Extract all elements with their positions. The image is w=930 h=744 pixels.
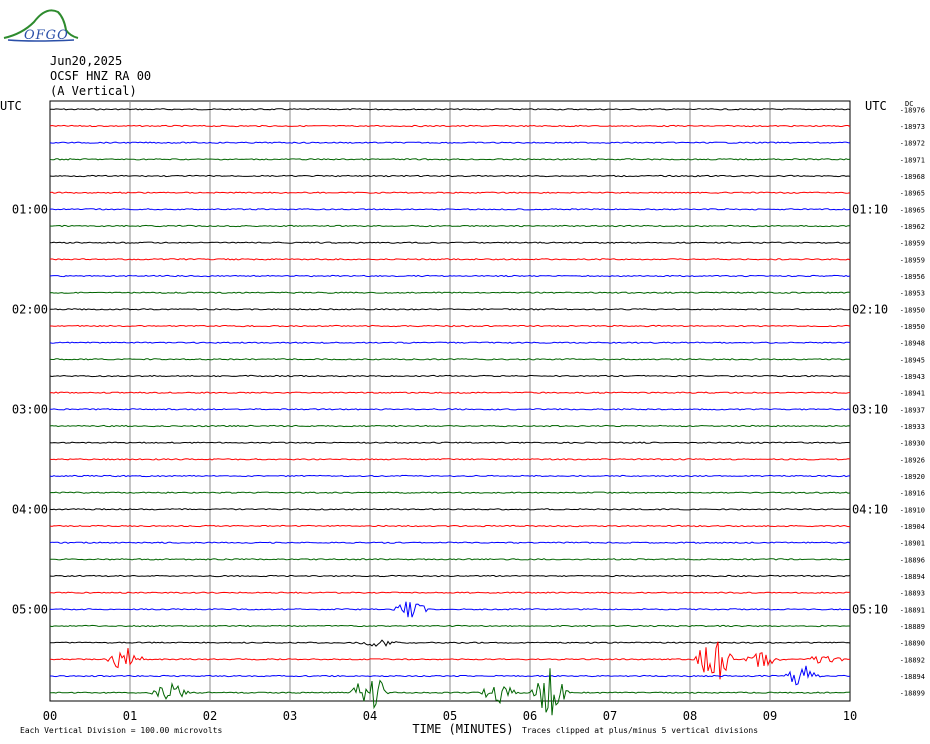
trace-offset-label: -18901	[900, 540, 925, 548]
seismic-trace	[49, 241, 851, 244]
right-time-label: 01:10	[852, 202, 888, 216]
left-time-label: 03:00	[12, 402, 48, 416]
left-time-label: 02:00	[12, 302, 48, 316]
x-tick-label: 01	[123, 709, 137, 723]
x-axis-title: TIME (MINUTES)	[412, 722, 513, 736]
trace-offset-label: -18926	[900, 456, 925, 464]
trace-offset-label: -18943	[900, 373, 925, 381]
x-tick-label: 10	[843, 709, 857, 723]
x-tick-label: 00	[43, 709, 57, 723]
trace-offset-label: -18910	[900, 506, 925, 514]
right-time-label: 04:10	[852, 502, 888, 516]
trace-offset-label: -18965	[900, 206, 925, 214]
trace-offset-label: -18889	[900, 623, 925, 631]
trace-offset-label: -18893	[900, 590, 925, 598]
trace-offset-label: -18962	[900, 223, 925, 231]
trace-offset-label: -18948	[900, 340, 925, 348]
trace-offset-label: -18892	[900, 656, 925, 664]
right-utc-label: UTC	[865, 99, 887, 113]
trace-offset-label: -18894	[900, 573, 925, 581]
x-tick-label: 02	[203, 709, 217, 723]
left-time-label: 01:00	[12, 202, 48, 216]
x-tick-label: 04	[363, 709, 377, 723]
x-tick-label: 06	[523, 709, 537, 723]
trace-offset-label: -18941	[900, 390, 925, 398]
trace-offset-label: -18930	[900, 440, 925, 448]
right-time-label: 05:10	[852, 602, 888, 616]
footer-clip-note: Traces clipped at plus/minus 5 vertical …	[522, 726, 758, 735]
trace-offset-label: -18953	[900, 290, 925, 298]
trace-offset-label: -18959	[900, 256, 925, 264]
x-tick-label: 09	[763, 709, 777, 723]
trace-offset-label: -18899	[900, 690, 925, 698]
x-tick-label: 05	[443, 709, 457, 723]
trace-offset-label: -18972	[900, 140, 925, 148]
trace-offset-label: -18973	[900, 123, 925, 131]
trace-offset-label: -18891	[900, 606, 925, 614]
left-utc-label: UTC	[0, 99, 22, 113]
footer-scale-note: Each Vertical Division = 100.00 microvol…	[20, 726, 222, 735]
trace-offset-label: -18945	[900, 356, 925, 364]
left-time-label: 04:00	[12, 502, 48, 516]
trace-offset-label: -18965	[900, 190, 925, 198]
seismic-trace	[49, 524, 851, 528]
seismic-trace	[49, 508, 851, 511]
seismic-trace	[49, 141, 851, 144]
dc-label: DC	[905, 100, 913, 108]
trace-offset-label: -18890	[900, 640, 925, 648]
seismic-trace	[49, 191, 851, 194]
trace-offset-label: -18904	[900, 523, 925, 531]
right-time-label: 02:10	[852, 302, 888, 316]
trace-offset-label: -18968	[900, 173, 925, 181]
trace-offset-label: -18956	[900, 273, 925, 281]
trace-offset-label: -18894	[900, 673, 925, 681]
left-time-label: 05:00	[12, 602, 48, 616]
trace-offset-label: -18920	[900, 473, 925, 481]
trace-offset-label: -18950	[900, 323, 925, 331]
x-tick-label: 03	[283, 709, 297, 723]
trace-offset-label: -18896	[900, 556, 925, 564]
trace-offset-label: -18933	[900, 423, 925, 431]
trace-offset-label: -18959	[900, 240, 925, 248]
trace-offset-label: -18916	[900, 490, 925, 498]
right-time-label: 03:10	[852, 402, 888, 416]
trace-offset-label: -18937	[900, 406, 925, 414]
seismogram-plot: -18976-18973-18972-18971-18968-18965-189…	[0, 99, 925, 736]
x-tick-label: 07	[603, 709, 617, 723]
x-tick-label: 08	[683, 709, 697, 723]
trace-offset-label: -18950	[900, 306, 925, 314]
trace-offset-label: -18971	[900, 156, 925, 164]
